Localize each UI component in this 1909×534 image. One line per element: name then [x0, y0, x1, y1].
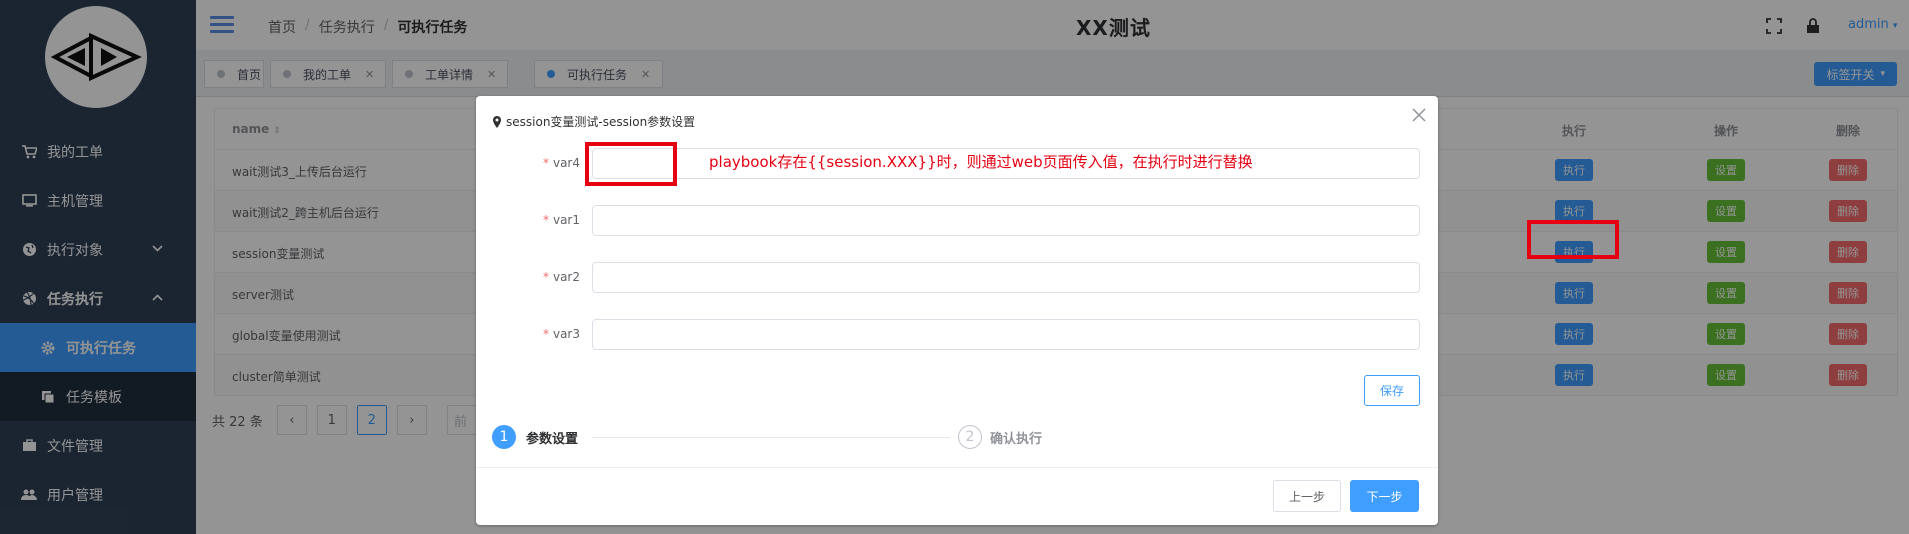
- annotation-exec-highlight-box: [1527, 220, 1619, 259]
- dialog-divider: [476, 467, 1438, 468]
- save-button[interactable]: 保存: [1364, 375, 1420, 406]
- next-step-button[interactable]: 下一步: [1350, 480, 1419, 512]
- location-pin-icon: [493, 115, 501, 128]
- var3-input[interactable]: [592, 319, 1420, 350]
- field-label: * var2: [542, 270, 580, 284]
- field-label: * var4: [542, 156, 580, 170]
- annotation-highlight-box: [585, 142, 677, 186]
- field-label: * var3: [542, 327, 580, 341]
- dialog-title: session变量测试-session参数设置: [492, 113, 695, 130]
- session-param-dialog: session变量测试-session参数设置 * var4 * var1 * var…: [476, 96, 1438, 525]
- var1-input[interactable]: [592, 205, 1420, 236]
- step-2-icon: 2: [958, 425, 982, 449]
- dialog-title-text: session变量测试-session参数设置: [506, 115, 696, 129]
- field-label: * var1: [542, 213, 580, 227]
- step-1-icon: 1: [492, 425, 516, 449]
- var2-input[interactable]: [592, 262, 1420, 293]
- annotation-text: playbook存在{{session.XXX}}时，则通过web页面传入值，在…: [709, 153, 1253, 171]
- step-1-label: 参数设置: [526, 432, 579, 447]
- close-icon[interactable]: [1412, 108, 1426, 122]
- prev-step-button[interactable]: 上一步: [1273, 480, 1341, 512]
- step-connector: [592, 437, 950, 438]
- step-2-label: 确认执行: [990, 432, 1043, 447]
